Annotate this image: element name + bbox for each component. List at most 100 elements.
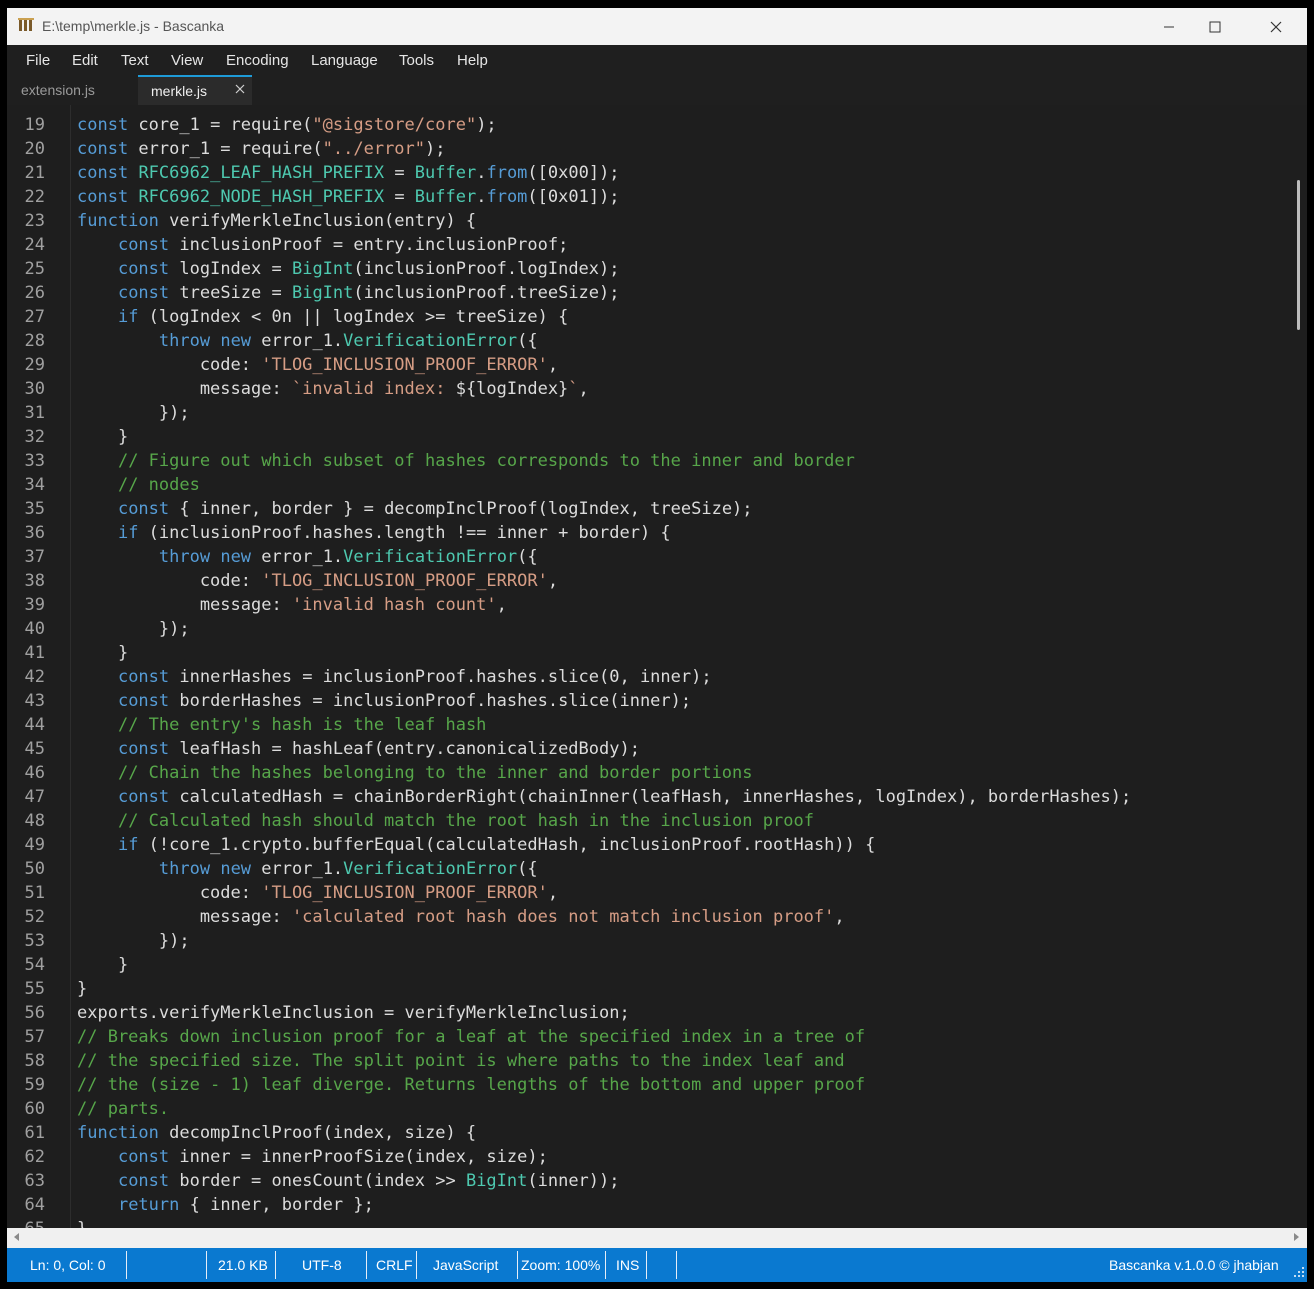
code-line[interactable]: const logIndex = BigInt(inclusionProof.l… <box>77 257 620 281</box>
code-line[interactable]: const inclusionProof = entry.inclusionPr… <box>77 233 568 257</box>
encoding-indicator[interactable]: UTF-8 <box>302 1257 342 1273</box>
code-line[interactable]: const border = onesCount(index >> BigInt… <box>77 1169 620 1193</box>
code-line[interactable]: }); <box>77 401 190 425</box>
code-line[interactable]: // The entry's hash is the leaf hash <box>77 713 486 737</box>
code-token: const <box>77 139 129 159</box>
code-line[interactable]: const calculatedHash = chainBorderRight(… <box>77 785 1131 809</box>
code-line[interactable]: const borderHashes = inclusionProof.hash… <box>77 689 691 713</box>
code-token: BigInt <box>291 259 354 279</box>
code-line[interactable]: message: 'calculated root hash does not … <box>77 905 845 929</box>
code-line[interactable]: // Calculated hash should match the root… <box>77 809 814 833</box>
vertical-scrollbar[interactable] <box>1289 105 1307 1228</box>
line-number: 59 <box>24 1075 45 1095</box>
code-line[interactable]: const RFC6962_LEAF_HASH_PREFIX = Buffer.… <box>77 161 620 185</box>
code-line[interactable]: // the (size - 1) leaf diverge. Returns … <box>77 1073 865 1097</box>
resize-grip-icon[interactable] <box>1293 1266 1305 1278</box>
code-line[interactable]: const core_1 = require("@sigstore/core")… <box>77 113 497 137</box>
code-line[interactable]: code: 'TLOG_INCLUSION_PROOF_ERROR', <box>77 353 558 377</box>
code-line[interactable]: throw new error_1.VerificationError({ <box>77 545 538 569</box>
title-bar[interactable]: E:\temp\merkle.js - Bascanka <box>7 8 1307 45</box>
code-token: // parts. <box>77 1099 170 1119</box>
menu-view[interactable]: View <box>171 52 203 69</box>
code-line[interactable]: const innerHashes = inclusionProof.hashe… <box>77 665 712 689</box>
code-token: ({ <box>517 331 538 351</box>
horizontal-scrollbar[interactable] <box>7 1228 1307 1248</box>
code-line[interactable]: throw new error_1.VerificationError({ <box>77 329 538 353</box>
cursor-position[interactable]: Ln: 0, Col: 0 <box>30 1257 106 1273</box>
code-line[interactable]: const RFC6962_NODE_HASH_PREFIX = Buffer.… <box>77 185 620 209</box>
code-line[interactable]: throw new error_1.VerificationError({ <box>77 857 538 881</box>
code-token: function <box>77 211 159 231</box>
code-line[interactable]: // the specified size. The split point i… <box>77 1049 845 1073</box>
menu-text[interactable]: Text <box>121 52 149 69</box>
scroll-left-icon[interactable] <box>11 1231 23 1243</box>
insert-mode-indicator[interactable]: INS <box>616 1257 639 1273</box>
line-number: 48 <box>24 811 45 831</box>
code-line[interactable]: function decompInclProof(index, size) { <box>77 1121 476 1145</box>
code-token: (inclusionProof.treeSize); <box>353 283 620 303</box>
menu-language[interactable]: Language <box>311 52 378 69</box>
code-line[interactable]: function verifyMerkleInclusion(entry) { <box>77 209 476 233</box>
line-number: 33 <box>24 451 45 471</box>
code-line[interactable]: code: 'TLOG_INCLUSION_PROOF_ERROR', <box>77 881 558 905</box>
maximize-button[interactable] <box>1192 8 1238 45</box>
menu-file[interactable]: File <box>26 52 50 69</box>
code-line[interactable]: const { inner, border } = decompInclProo… <box>77 497 753 521</box>
code-token: code: <box>77 883 262 903</box>
code-line[interactable]: } <box>77 1217 87 1228</box>
tab-extension-js[interactable]: extension.js <box>7 75 137 105</box>
line-number: 56 <box>24 1003 45 1023</box>
code-line[interactable]: code: 'TLOG_INCLUSION_PROOF_ERROR', <box>77 569 558 593</box>
menu-edit[interactable]: Edit <box>72 52 98 69</box>
line-ending-indicator[interactable]: CRLF <box>376 1257 413 1273</box>
code-token: const <box>77 115 129 135</box>
code-token: if <box>117 523 139 543</box>
code-token: // The entry's hash is the leaf hash <box>117 715 487 735</box>
code-line[interactable]: const error_1 = require("../error"); <box>77 137 446 161</box>
code-line[interactable]: } <box>77 977 87 1001</box>
code-line[interactable]: if (!core_1.crypto.bufferEqual(calculate… <box>77 833 875 857</box>
minimize-button[interactable] <box>1146 8 1192 45</box>
code-line[interactable]: if (inclusionProof.hashes.length !== inn… <box>77 521 671 545</box>
code-token: error_1. <box>251 859 344 879</box>
vertical-scroll-thumb[interactable] <box>1297 180 1300 330</box>
line-number: 47 <box>24 787 45 807</box>
code-token: new <box>220 859 252 879</box>
menu-help[interactable]: Help <box>457 52 488 69</box>
code-line[interactable]: // Figure out which subset of hashes cor… <box>77 449 855 473</box>
code-line[interactable]: exports.verifyMerkleInclusion = verifyMe… <box>77 1001 630 1025</box>
code-token: (inner)); <box>527 1171 620 1191</box>
code-line[interactable]: }); <box>77 929 190 953</box>
code-line[interactable]: message: `invalid index: ${logIndex}`, <box>77 377 589 401</box>
code-line[interactable]: // nodes <box>77 473 200 497</box>
code-line[interactable]: const leafHash = hashLeaf(entry.canonica… <box>77 737 640 761</box>
code-line[interactable]: if (logIndex < 0n || logIndex >= treeSiz… <box>77 305 568 329</box>
language-indicator[interactable]: JavaScript <box>433 1257 498 1273</box>
menu-tools[interactable]: Tools <box>399 52 434 69</box>
zoom-indicator[interactable]: Zoom: 100% <box>521 1257 600 1273</box>
tab-merkle-js[interactable]: merkle.js <box>138 75 252 105</box>
code-token: { inner, border } = decompInclProof(logI… <box>169 499 753 519</box>
code-line[interactable]: message: 'invalid hash count', <box>77 593 507 617</box>
code-token: from <box>486 163 528 183</box>
code-line[interactable]: // Breaks down inclusion proof for a lea… <box>77 1025 865 1049</box>
code-line[interactable]: const inner = innerProofSize(index, size… <box>77 1145 548 1169</box>
code-line[interactable]: // parts. <box>77 1097 169 1121</box>
code-line[interactable]: // Chain the hashes belonging to the inn… <box>77 761 753 785</box>
scroll-right-icon[interactable] <box>1290 1231 1302 1243</box>
code-line[interactable]: } <box>77 953 128 977</box>
tab-close-icon[interactable] <box>234 83 246 95</box>
code-token: border = onesCount(index >> <box>169 1171 466 1191</box>
menu-encoding[interactable]: Encoding <box>226 52 289 69</box>
code-line[interactable]: return { inner, border }; <box>77 1193 374 1217</box>
line-number: 20 <box>24 139 45 159</box>
code-line[interactable]: }); <box>77 617 190 641</box>
code-token: "@sigstore/core" <box>312 115 477 135</box>
code-editor[interactable]: 19 20 21 22 23 24 25 26 27 28 29 30 31 32 33 34 35 36 37 38… <box>7 105 1307 1228</box>
close-button[interactable] <box>1253 8 1299 45</box>
code-line[interactable]: } <box>77 641 128 665</box>
code-line[interactable]: } <box>77 425 128 449</box>
code-line[interactable]: const treeSize = BigInt(inclusionProof.t… <box>77 281 620 305</box>
